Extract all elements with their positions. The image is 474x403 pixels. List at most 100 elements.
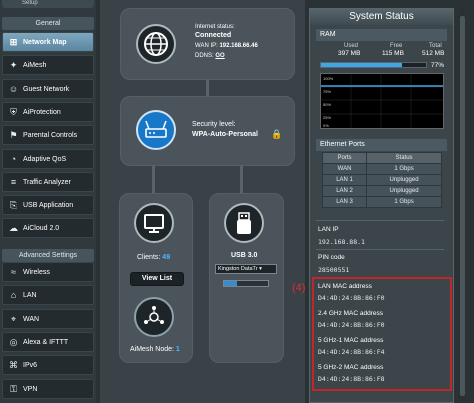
table-row: LAN 2 Unplugged bbox=[321, 185, 442, 197]
sidebar-item-aicloud[interactable]: ☁ AiCloud 2.0 bbox=[2, 218, 94, 239]
clients-number: 49 bbox=[162, 254, 171, 261]
lan-ip-label: LAN IP bbox=[318, 226, 339, 233]
ram-free-label: Free bbox=[390, 43, 403, 49]
lock-icon: 🔒 bbox=[271, 129, 283, 139]
system-status-title: System Status bbox=[310, 9, 453, 25]
sidebar: Setup General ⊞ Network Map ✦ AiMesh ☺ Guest … bbox=[0, 0, 96, 403]
ram-total-label: Total bbox=[429, 43, 442, 49]
port-name: LAN 2 bbox=[321, 185, 368, 197]
graph-label-75: 75% bbox=[323, 89, 331, 94]
usb-icon bbox=[224, 203, 264, 243]
ram-total-value: 512 MB bbox=[422, 50, 445, 57]
sidebar-item-adaptive-qos[interactable]: ◔ Adaptive QoS bbox=[2, 148, 94, 169]
ddns: DDNS: GO bbox=[195, 53, 225, 59]
security-level-label: Security level: bbox=[192, 121, 236, 128]
lan-icon: ⌂ bbox=[10, 290, 17, 301]
security-level-value: WPA-Auto-Personal bbox=[192, 131, 258, 138]
general-header: General bbox=[2, 17, 94, 30]
sidebar-item-label: Parental Controls bbox=[23, 132, 78, 140]
ram-header: RAM bbox=[316, 29, 447, 41]
pin-code-label: PIN code bbox=[318, 254, 345, 261]
guest-network-icon: ☺ bbox=[8, 83, 19, 94]
sidebar-item-usb-application[interactable]: ⎘ USB Application bbox=[2, 195, 94, 216]
parental-controls-icon: ⚑ bbox=[9, 130, 18, 141]
aimesh-node-count[interactable]: AiMesh Node: 1 bbox=[130, 346, 180, 353]
port-name: WAN bbox=[321, 163, 368, 175]
ram-usage-bar bbox=[320, 62, 427, 68]
sidebar-item-label: AiMesh bbox=[23, 62, 47, 70]
ram-free-value: 115 MB bbox=[382, 50, 404, 57]
aimesh-node-icon bbox=[134, 297, 174, 337]
port-name: LAN 3 bbox=[321, 196, 368, 208]
aimesh-node-label: AiMesh Node: bbox=[130, 346, 174, 353]
sidebar-item-wireless[interactable]: ≈ Wireless bbox=[2, 262, 94, 282]
sidebar-item-label: WAN bbox=[23, 315, 40, 323]
internet-status-value: Connected bbox=[195, 32, 232, 39]
pin-code-value: 28500551 bbox=[318, 266, 350, 274]
ethernet-ports-label: Ethernet Ports bbox=[320, 141, 365, 148]
clients-count: Clients: 49 bbox=[137, 254, 170, 261]
ethernet-ports-table: Ports Status WAN 1 Gbps LAN 1 Unplugged LA… bbox=[321, 152, 442, 208]
sidebar-item-vpn[interactable]: ⚿ VPN bbox=[2, 378, 94, 399]
ram-used-value: 397 MB bbox=[338, 50, 361, 57]
sidebar-item-label: Traffic Analyzer bbox=[23, 178, 71, 186]
sidebar-item-wan[interactable]: ⌖ WAN bbox=[2, 308, 94, 329]
sidebar-item-aiprotection[interactable]: ⛨ AiProtection bbox=[2, 101, 94, 122]
ram-used-label: Used bbox=[344, 43, 359, 49]
network-map-icon: ⊞ bbox=[9, 37, 18, 47]
wan-ip: WAN IP: 192.168.66.46 bbox=[195, 43, 258, 49]
sidebar-item-label: Adaptive QoS bbox=[23, 155, 67, 163]
wan-ip-label: WAN IP: bbox=[195, 43, 218, 49]
sidebar-item-guest-network[interactable]: ☺ Guest Network bbox=[2, 78, 94, 99]
sidebar-item-lan[interactable]: ⌂ LAN bbox=[2, 285, 94, 306]
sidebar-item-label: VPN bbox=[23, 385, 38, 393]
graph-label-0: 0% bbox=[323, 123, 329, 128]
scrollbar-thumb[interactable] bbox=[460, 16, 465, 396]
table-row: LAN 1 Unplugged bbox=[321, 174, 442, 186]
sidebar-item-label: Guest Network bbox=[23, 85, 70, 93]
ddns-label: DDNS: bbox=[195, 53, 214, 59]
sidebar-item-label: Network Map bbox=[23, 39, 67, 46]
status-column-header: Status bbox=[366, 152, 442, 164]
network-map-area: Internet status: Connected WAN IP: 192.1… bbox=[100, 0, 305, 403]
port-status: 1 Gbps bbox=[366, 196, 442, 208]
sidebar-item-parental-controls[interactable]: ⚑ Parental Controls bbox=[2, 125, 94, 146]
ram-header-label: RAM bbox=[320, 31, 336, 38]
connector-line-right bbox=[240, 166, 243, 194]
port-status: Unplugged bbox=[366, 174, 442, 186]
usb-device-value: Kingston DataTr bbox=[218, 266, 258, 272]
divider bbox=[316, 220, 444, 221]
usb-application-icon: ⎘ bbox=[9, 200, 18, 211]
ram-usage-fill bbox=[321, 63, 402, 67]
aimesh-icon: ✦ bbox=[9, 60, 18, 71]
wan-ip-value: 192.168.66.46 bbox=[219, 43, 258, 49]
ram-usage-graph: 100% 75% 50% 25% 0% bbox=[320, 73, 444, 129]
internet-status-label: Internet status: bbox=[195, 24, 235, 30]
aimesh-node-number: 1 bbox=[175, 346, 180, 353]
sidebar-setup[interactable]: Setup bbox=[2, 0, 94, 8]
monitor-icon bbox=[134, 203, 174, 243]
sidebar-item-label: Alexa & IFTTT bbox=[23, 338, 69, 346]
usb-version-label: USB 3.0 bbox=[231, 252, 258, 259]
sidebar-item-traffic-analyzer[interactable]: ≡ Traffic Analyzer bbox=[2, 171, 94, 192]
sidebar-item-aimesh[interactable]: ✦ AiMesh bbox=[2, 55, 94, 76]
view-list-button[interactable]: View List bbox=[130, 272, 184, 286]
alexa-icon: ◎ bbox=[9, 336, 18, 347]
traffic-analyzer-icon: ≡ bbox=[10, 176, 17, 187]
highlight-number: (4) bbox=[292, 282, 306, 294]
chevron-down-icon: ▾ bbox=[259, 266, 262, 272]
port-status: Unplugged bbox=[366, 185, 442, 197]
graph-label-25: 25% bbox=[323, 115, 331, 120]
sidebar-item-network-map[interactable]: ⊞ Network Map bbox=[2, 32, 94, 52]
lan-ip-value: 192.168.88.1 bbox=[318, 238, 365, 246]
sidebar-item-ipv6[interactable]: ⌘ IPv6 bbox=[2, 355, 94, 376]
wireless-icon: ≈ bbox=[11, 267, 16, 277]
ddns-go-link[interactable]: GO bbox=[215, 53, 224, 59]
usb-device-select[interactable]: Kingston DataTr ▾ bbox=[215, 264, 277, 274]
sidebar-item-alexa[interactable]: ◎ Alexa & IFTTT bbox=[2, 331, 94, 352]
status-scrollbar[interactable] bbox=[459, 6, 466, 403]
connector-line bbox=[206, 80, 209, 96]
sidebar-item-label: Wireless bbox=[23, 269, 50, 276]
sidebar-item-label: USB Application bbox=[23, 202, 74, 210]
sidebar-item-label: AiProtection bbox=[23, 108, 61, 116]
